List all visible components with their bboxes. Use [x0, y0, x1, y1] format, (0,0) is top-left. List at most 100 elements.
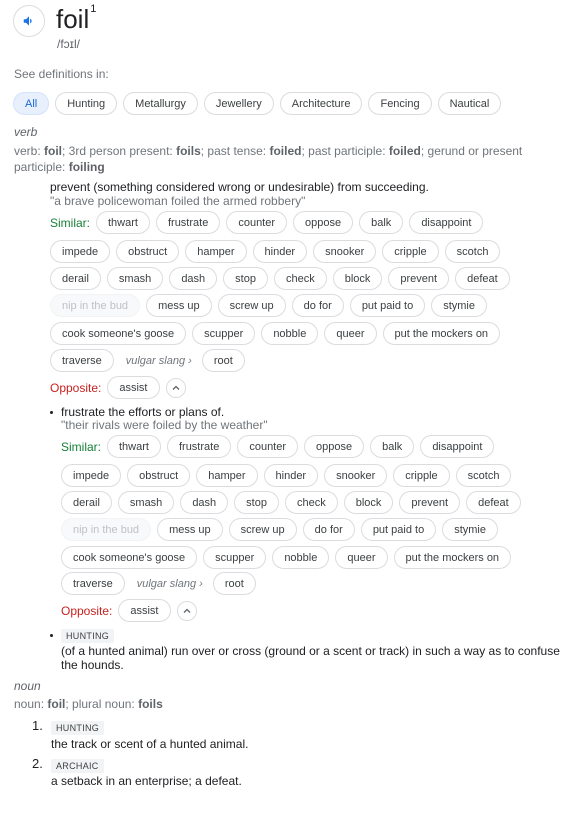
synonym-chip[interactable]: stymie — [431, 294, 487, 317]
synonym-chip[interactable]: obstruct — [127, 464, 191, 487]
synonym-row: impede obstruct hamper hinder snooker cr… — [61, 464, 512, 487]
synonym-chip[interactable]: nobble — [272, 546, 330, 569]
synonym-chip[interactable]: put paid to — [349, 294, 426, 317]
synonym-chip[interactable]: stymie — [442, 518, 498, 541]
synonym-chip[interactable]: traverse — [61, 572, 125, 595]
synonym-chip[interactable]: dash — [169, 267, 218, 290]
synonym-chip[interactable]: scotch — [455, 464, 512, 487]
synonym-chip[interactable]: scupper — [192, 322, 256, 345]
chip-architecture[interactable]: Architecture — [279, 92, 363, 115]
synonym-chip[interactable]: nobble — [261, 322, 319, 345]
similar-label: Similar: — [61, 440, 102, 454]
synonym-chip[interactable]: root — [212, 572, 256, 595]
antonym-chip[interactable]: assist — [118, 599, 171, 622]
synonym-chip[interactable]: queer — [335, 546, 388, 569]
synonym-row: traverse vulgar slang › root — [50, 349, 245, 372]
chip-metallurgy[interactable]: Metallurgy — [123, 92, 198, 115]
register-tag: HUNTING — [51, 720, 105, 735]
synonym-chip[interactable]: thwart — [96, 211, 150, 234]
synonym-chip[interactable]: thwart — [107, 435, 161, 458]
synonym-chip[interactable]: do for — [291, 294, 344, 317]
collapse-button[interactable] — [165, 377, 186, 398]
pronunciation-button[interactable] — [13, 5, 45, 37]
synonym-row: derail smash dash stop check block preve… — [50, 267, 510, 290]
synonym-chip[interactable]: check — [273, 267, 327, 290]
synonym-chip[interactable]: prevent — [399, 491, 461, 514]
synonym-chip[interactable]: scotch — [444, 240, 501, 263]
register-tag: HUNTING — [61, 628, 115, 643]
noun-forms: noun: foil; plural noun: foils — [14, 697, 163, 711]
chip-hunting[interactable]: Hunting — [55, 92, 118, 115]
speaker-icon — [23, 16, 32, 26]
synonym-chip[interactable]: impede — [61, 464, 122, 487]
synonym-chip[interactable]: traverse — [50, 349, 114, 372]
domain-filter-chips: All Hunting Metallurgy Jewellery Archite… — [13, 92, 502, 115]
synonym-chip[interactable]: frustrate — [166, 435, 232, 458]
example: "a brave policewoman foiled the armed ro… — [50, 194, 306, 208]
synonym-chip[interactable]: cripple — [382, 240, 439, 263]
synonym-chip[interactable]: hinder — [263, 464, 319, 487]
synonym-row: derail smash dash stop check block preve… — [61, 491, 521, 514]
synonym-chip[interactable]: queer — [324, 322, 377, 345]
chip-all[interactable]: All — [13, 92, 50, 115]
synonym-chip[interactable]: hamper — [196, 464, 258, 487]
synonym-chip[interactable]: check — [284, 491, 338, 514]
synonym-chip[interactable]: disappoint — [420, 435, 495, 458]
synonym-chip[interactable]: oppose — [304, 435, 365, 458]
collapse-button[interactable] — [176, 600, 197, 621]
synonym-row: cook someone's goose scupper nobble quee… — [50, 322, 501, 345]
synonym-chip[interactable]: frustrate — [155, 211, 221, 234]
synonym-chip[interactable]: cripple — [393, 464, 450, 487]
synonym-chip[interactable]: scupper — [203, 546, 267, 569]
synonym-chip[interactable]: derail — [50, 267, 101, 290]
synonym-chip[interactable]: stop — [223, 267, 268, 290]
synonym-chip[interactable]: hamper — [185, 240, 247, 263]
synonym-chip[interactable]: derail — [61, 491, 112, 514]
synonym-chip[interactable]: defeat — [455, 267, 510, 290]
synonym-chip[interactable]: snooker — [313, 240, 377, 263]
chip-fencing[interactable]: Fencing — [368, 92, 432, 115]
synonym-chip[interactable]: stop — [234, 491, 279, 514]
synonym-chip[interactable]: do for — [302, 518, 355, 541]
similar-label: Similar: — [50, 216, 91, 230]
see-definitions-label: See definitions in: — [14, 67, 109, 81]
synonym-chip[interactable]: oppose — [293, 211, 354, 234]
definition: (of a hunted animal) run over or cross (… — [61, 644, 560, 672]
synonym-chip[interactable]: screw up — [217, 294, 286, 317]
synonym-row: cook someone's goose scupper nobble quee… — [61, 546, 512, 569]
synonym-chip[interactable]: put the mockers on — [382, 322, 501, 345]
synonym-chip[interactable]: impede — [50, 240, 111, 263]
synonym-chip[interactable]: cook someone's goose — [61, 546, 198, 569]
chip-nautical[interactable]: Nautical — [437, 92, 502, 115]
synonym-chip[interactable]: block — [332, 267, 383, 290]
synonym-chip[interactable]: smash — [106, 267, 164, 290]
vulgar-slang-toggle[interactable]: vulgar slang › — [137, 578, 203, 590]
synonym-chip[interactable]: cook someone's goose — [50, 322, 187, 345]
synonym-chip[interactable]: put the mockers on — [393, 546, 512, 569]
synonym-chip[interactable]: counter — [226, 211, 288, 234]
synonym-chip[interactable]: block — [343, 491, 394, 514]
synonym-chip[interactable]: obstruct — [116, 240, 180, 263]
synonym-chip[interactable]: balk — [370, 435, 415, 458]
synonym-chip[interactable]: balk — [359, 211, 404, 234]
synonym-chip[interactable]: hinder — [252, 240, 308, 263]
chip-jewellery[interactable]: Jewellery — [203, 92, 274, 115]
vulgar-slang-toggle[interactable]: vulgar slang › — [126, 355, 192, 367]
phonetic: /fɔɪl/ — [57, 37, 80, 51]
synonym-chip[interactable]: prevent — [388, 267, 450, 290]
antonym-chip[interactable]: assist — [107, 376, 160, 399]
chevron-up-icon — [183, 608, 190, 613]
synonym-chip[interactable]: root — [201, 349, 245, 372]
synonym-chip[interactable]: put paid to — [360, 518, 437, 541]
sense-number: 1. — [32, 718, 43, 733]
synonym-chip[interactable]: snooker — [324, 464, 388, 487]
synonym-chip[interactable]: screw up — [228, 518, 297, 541]
synonym-chip[interactable]: mess up — [157, 518, 223, 541]
synonym-chip[interactable]: mess up — [146, 294, 212, 317]
synonym-chip[interactable]: smash — [117, 491, 175, 514]
synonym-chip[interactable]: defeat — [466, 491, 521, 514]
synonym-chip[interactable]: dash — [180, 491, 229, 514]
synonym-chip[interactable]: disappoint — [409, 211, 484, 234]
synonym-chip[interactable]: counter — [237, 435, 299, 458]
opposite-label: Opposite: — [61, 603, 113, 618]
